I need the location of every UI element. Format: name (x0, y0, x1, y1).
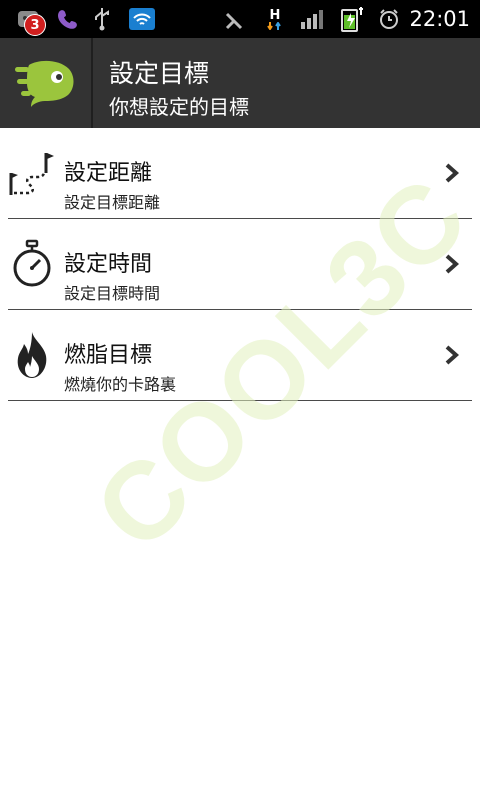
clock-time: 22:01 (409, 7, 470, 31)
list-item-title: 設定時間 (64, 252, 153, 277)
list-item-subtitle: 設定目標時間 (64, 284, 161, 303)
wifi-icon (126, 0, 158, 38)
list-item-time[interactable]: 設定時間 設定目標時間 (8, 219, 472, 310)
distance-flags-icon (8, 128, 56, 218)
usb-icon (88, 0, 116, 38)
list-item-subtitle: 設定目標距離 (64, 193, 161, 212)
endomondo-logo-icon[interactable] (0, 38, 90, 128)
data-transfer-icon: H (262, 0, 288, 38)
goal-options-list: 設定距離 設定目標距離 設定時間 設定目標時間 燃脂目標 燃燒你的卡路裏 (8, 128, 472, 401)
page-subtitle: 你想設定的目標 (109, 95, 249, 119)
viber-icon (52, 0, 82, 38)
battery-charging-icon (338, 0, 368, 38)
action-bar: 設定目標 你想設定的目標 (0, 38, 480, 128)
notification-badge: 3 (24, 14, 46, 36)
list-item-title: 燃脂目標 (64, 343, 153, 368)
alarm-icon (376, 0, 402, 38)
network-type-label: H (269, 7, 281, 23)
header-divider (91, 38, 93, 128)
no-signal-icon (222, 0, 246, 38)
chevron-right-icon (444, 128, 460, 218)
list-item-distance[interactable]: 設定距離 設定目標距離 (8, 128, 472, 219)
status-bar: 3 H 22:01 (0, 0, 480, 38)
list-item-calories[interactable]: 燃脂目標 燃燒你的卡路裏 (8, 310, 472, 401)
list-item-title: 設定距離 (64, 161, 153, 186)
chevron-right-icon (444, 219, 460, 309)
list-item-subtitle: 燃燒你的卡路裏 (64, 375, 177, 394)
stopwatch-icon (8, 219, 56, 309)
signal-bars-icon (298, 0, 326, 38)
flame-icon (8, 310, 56, 400)
page-title: 設定目標 (109, 59, 210, 88)
chevron-right-icon (444, 310, 460, 400)
